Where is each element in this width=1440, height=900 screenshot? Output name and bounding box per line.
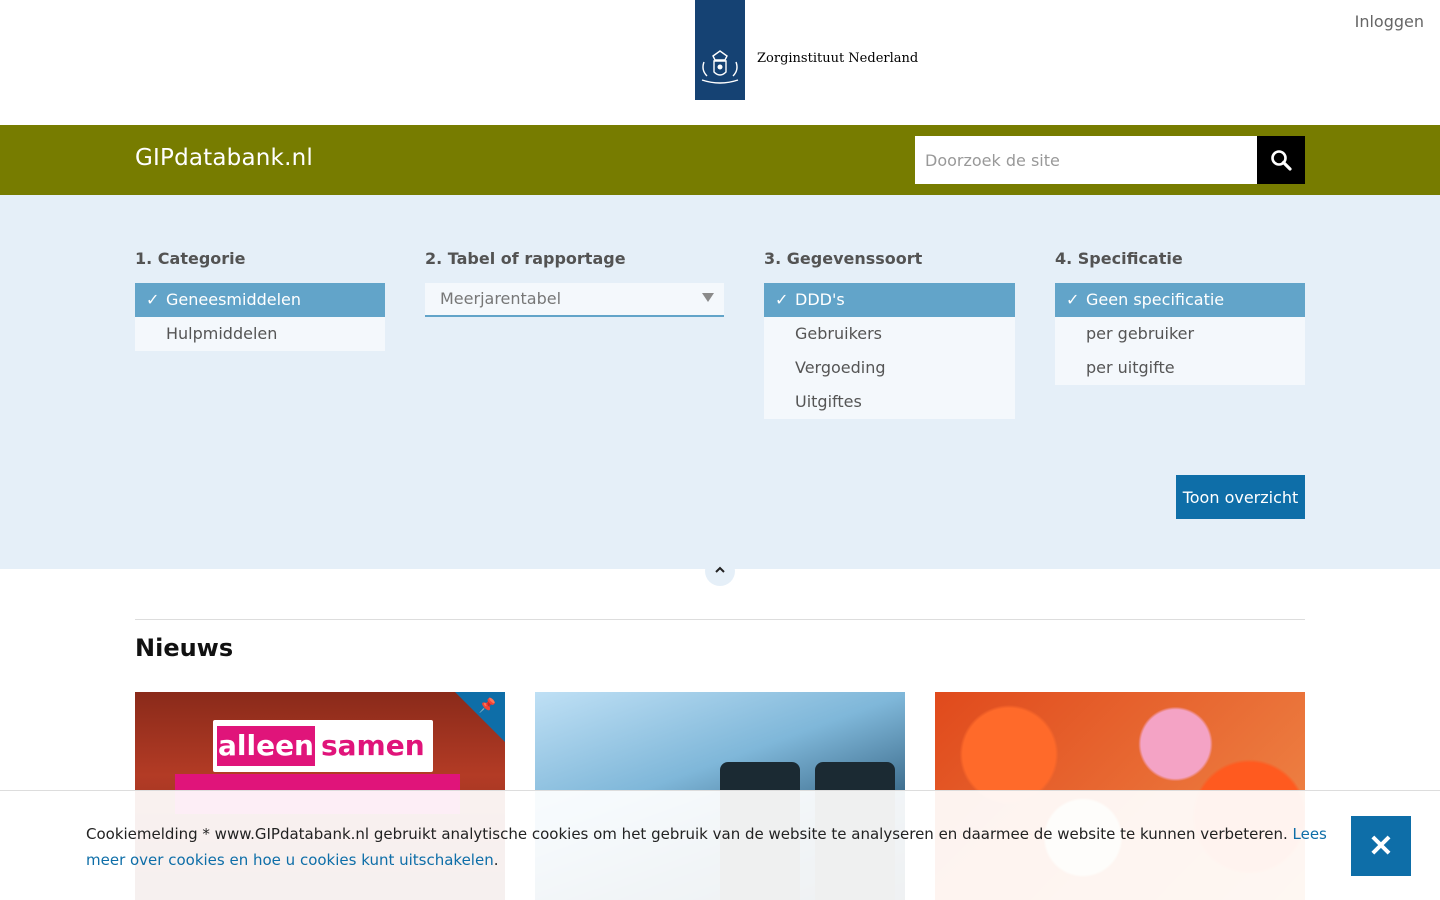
table-select[interactable]: Meerjarentabel (425, 283, 724, 317)
organization-name: Zorginstituut Nederland (757, 51, 919, 66)
close-cookie-button[interactable]: ✕ (1351, 816, 1411, 876)
option-per-uitgifte[interactable]: per uitgifte (1055, 351, 1305, 385)
option-label: DDD's (795, 290, 845, 309)
datatype-options: ✓ DDD's Gebruikers Vergoeding Uitgiftes (764, 283, 1015, 419)
option-label: Geen specificatie (1086, 290, 1225, 309)
chevron-up-icon (715, 566, 725, 573)
option-hulpmiddelen[interactable]: Hulpmiddelen (135, 317, 385, 351)
specification-options: ✓ Geen specificatie per gebruiker per ui… (1055, 283, 1305, 385)
table-title: 2. Tabel of rapportage (425, 249, 626, 268)
option-geen-specificatie[interactable]: ✓ Geen specificatie (1055, 283, 1305, 317)
table-select-value: Meerjarentabel (440, 289, 562, 308)
site-title[interactable]: GIPdatabank.nl (135, 145, 313, 171)
category-options: ✓ Geneesmiddelen Hulpmiddelen (135, 283, 385, 351)
pin-icon: 📌 (478, 698, 496, 714)
option-gebruikers[interactable]: Gebruikers (764, 317, 1015, 351)
option-label: Vergoeding (795, 358, 886, 377)
cookie-message: Cookiemelding * www.GIPdatabank.nl gebru… (86, 821, 1351, 873)
top-header: Zorginstituut Nederland Inloggen (0, 0, 1440, 125)
option-label: per gebruiker (1086, 324, 1195, 343)
dropdown-arrow-icon (702, 293, 714, 302)
cookie-banner: Cookiemelding * www.GIPdatabank.nl gebru… (0, 790, 1440, 900)
login-link[interactable]: Inloggen (1355, 12, 1424, 31)
option-label: Geneesmiddelen (166, 290, 302, 309)
section-divider (135, 619, 1305, 620)
option-label: Gebruikers (795, 324, 883, 343)
option-label: Hulpmiddelen (166, 324, 278, 343)
filter-panel: 1. Categorie ✓ Geneesmiddelen Hulpmiddel… (0, 195, 1440, 586)
check-icon: ✓ (1066, 290, 1080, 309)
show-overview-button[interactable]: Toon overzicht (1176, 475, 1305, 519)
close-icon: ✕ (1368, 829, 1394, 863)
collapse-panel-button[interactable] (705, 556, 735, 586)
option-per-gebruiker[interactable]: per gebruiker (1055, 317, 1305, 351)
coat-of-arms-icon (701, 50, 739, 84)
datatype-title: 3. Gegevenssoort (764, 249, 923, 268)
news-heading: Nieuws (135, 634, 234, 662)
cookie-suffix: . (493, 851, 499, 869)
category-title: 1. Categorie (135, 249, 246, 268)
search-button[interactable] (1257, 136, 1305, 184)
option-uitgiftes[interactable]: Uitgiftes (764, 385, 1015, 419)
option-vergoeding[interactable]: Vergoeding (764, 351, 1015, 385)
check-icon: ✓ (775, 290, 789, 309)
option-geneesmiddelen[interactable]: ✓ Geneesmiddelen (135, 283, 385, 317)
specification-title: 4. Specificatie (1055, 249, 1183, 268)
banner-word-1: alleen (217, 726, 315, 766)
search-input[interactable] (915, 136, 1257, 184)
cookie-text: Cookiemelding * www.GIPdatabank.nl gebru… (86, 825, 1293, 843)
option-label: Uitgiftes (795, 392, 862, 411)
search-icon (1271, 150, 1292, 171)
option-ddds[interactable]: ✓ DDD's (764, 283, 1015, 317)
banner-word-2: samen (321, 729, 425, 762)
logo-ribbon[interactable] (695, 0, 745, 100)
option-label: per uitgifte (1086, 358, 1175, 377)
brand-bar: GIPdatabank.nl (0, 125, 1440, 195)
card-image-banner: alleen samen (213, 720, 433, 772)
check-icon: ✓ (146, 290, 160, 309)
